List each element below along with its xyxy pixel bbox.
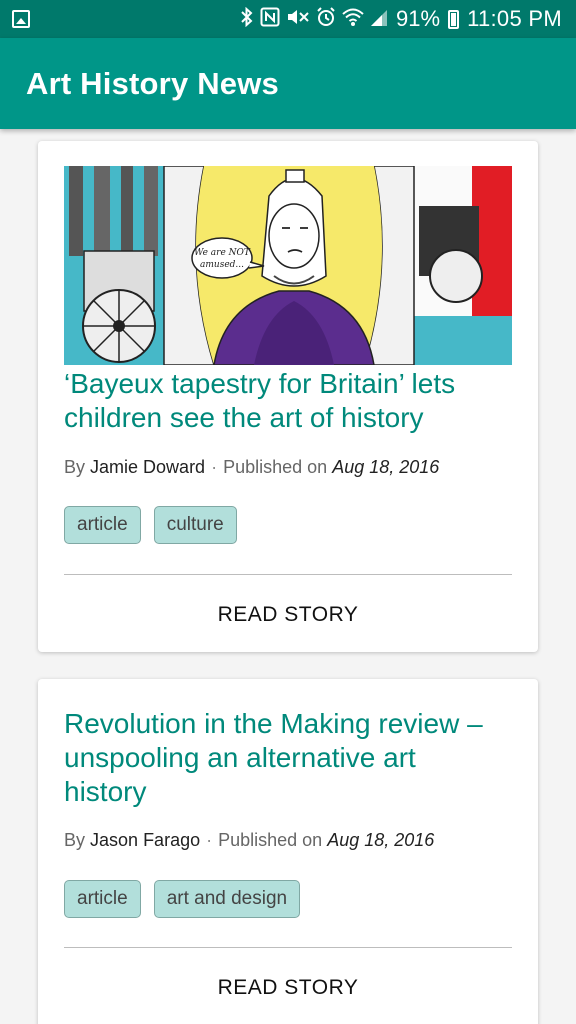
alarm-icon	[316, 6, 336, 32]
published-label: Published on	[223, 457, 328, 477]
publish-date: Aug 18, 2016	[327, 830, 435, 850]
card-divider	[64, 947, 512, 948]
bluetooth-icon	[240, 6, 254, 32]
status-time: 11:05 PM	[467, 6, 562, 31]
by-label: By	[64, 457, 86, 477]
wifi-icon	[342, 7, 364, 32]
read-story-button[interactable]: READ STORY	[64, 956, 512, 1020]
article-byline: By Jason Farago · Published on Aug 18, 201…	[64, 830, 434, 851]
tag-chip[interactable]: art and design	[153, 880, 301, 918]
tag-list: article culture	[64, 506, 237, 544]
article-card[interactable]: We are NOT amused... ‘Bayeux tapestry fo…	[38, 141, 538, 652]
by-label: By	[64, 830, 86, 850]
article-illustration[interactable]: We are NOT amused...	[64, 166, 512, 365]
published-label: Published on	[218, 830, 323, 850]
tag-chip[interactable]: culture	[153, 506, 237, 544]
app-title: Art History News	[26, 65, 279, 101]
author-name: Jason Farago	[90, 830, 201, 850]
app-bar: Art History News	[0, 38, 576, 129]
speech-bubble-text: We are NOT	[194, 248, 251, 258]
battery-charging-icon	[448, 9, 460, 29]
article-feed[interactable]: We are NOT amused... ‘Bayeux tapestry fo…	[0, 129, 576, 1024]
gallery-icon	[12, 10, 30, 28]
status-right: 91% 11:05 PM	[240, 6, 562, 32]
card-divider	[64, 574, 512, 575]
article-title[interactable]: ‘Bayeux tapestry for Britain’ lets child…	[64, 367, 494, 435]
mute-icon	[286, 7, 310, 32]
signal-icon	[370, 7, 388, 32]
nfc-icon	[260, 7, 280, 32]
speech-bubble-text: amused...	[200, 260, 244, 270]
status-bar: 91% 11:05 PM	[0, 0, 576, 38]
article-card[interactable]: Revolution in the Making review – unspoo…	[38, 679, 538, 1024]
tag-chip[interactable]: article	[64, 506, 141, 544]
battery-percent: 91%	[396, 6, 441, 31]
status-icons	[240, 6, 388, 32]
article-title[interactable]: Revolution in the Making review – unspoo…	[64, 707, 494, 809]
tag-chip[interactable]: article	[64, 880, 141, 918]
read-story-button[interactable]: READ STORY	[64, 583, 512, 647]
tag-list: article art and design	[64, 880, 301, 918]
author-name: Jamie Doward	[90, 457, 206, 477]
article-byline: By Jamie Doward · Published on Aug 18, 201…	[64, 457, 439, 478]
publish-date: Aug 18, 2016	[332, 457, 440, 477]
byline-separator: ·	[206, 830, 213, 850]
byline-separator: ·	[211, 457, 218, 477]
